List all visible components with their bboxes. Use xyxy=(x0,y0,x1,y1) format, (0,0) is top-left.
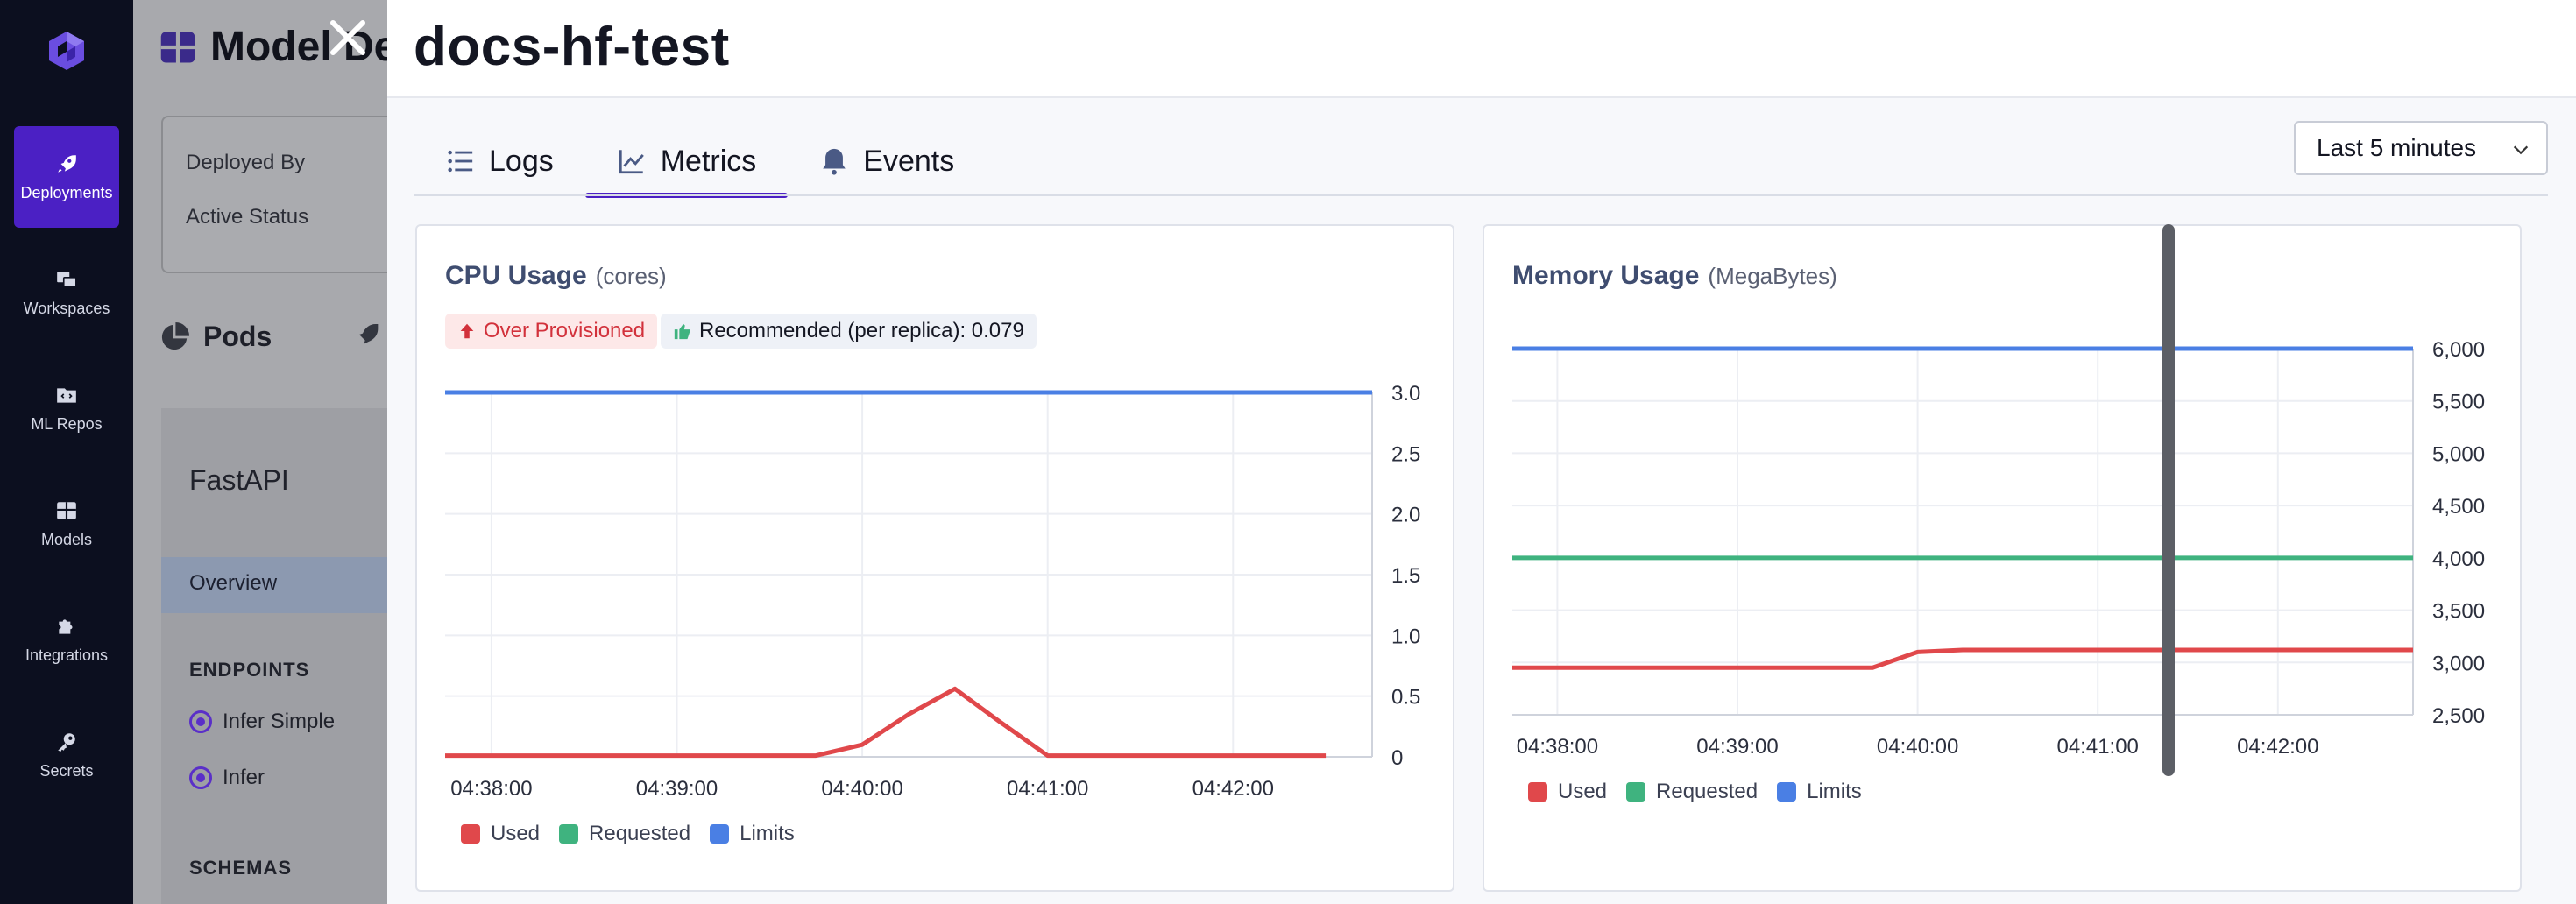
memory-legend: Used Requested Limits xyxy=(1528,780,1881,804)
tab-events[interactable]: Events xyxy=(788,128,986,194)
y-tick-label: 2.0 xyxy=(1391,504,1420,527)
cpu-usage-card: CPU Usage (cores) Over Provisioned Recomm… xyxy=(415,224,1454,892)
endpoint-icon xyxy=(189,766,212,789)
x-tick-label: 04:39:00 xyxy=(636,777,718,801)
nav-item-label: Deployments xyxy=(20,183,113,201)
drawer-header: docs-hf-test xyxy=(387,0,2576,98)
overview-tab[interactable]: Overview xyxy=(161,557,387,613)
bell-icon xyxy=(823,148,846,175)
cpu-legend: Used Requested Limits xyxy=(461,822,814,846)
grid-icon xyxy=(57,501,76,519)
endpoint-icon xyxy=(189,710,212,733)
rocket-icon xyxy=(58,154,76,173)
nav-item-workspaces[interactable]: Workspaces xyxy=(14,242,119,343)
memory-usage-card: Memory Usage (MegaBytes) 2,500 3,000 3,500 4… xyxy=(1483,224,2522,892)
legend-item-used[interactable]: Used xyxy=(461,822,540,846)
y-tick-label: 6,000 xyxy=(2432,338,2485,362)
nav-item-deployments[interactable]: Deployments xyxy=(14,126,119,228)
list-icon xyxy=(448,150,473,173)
y-tick-label: 1.5 xyxy=(1391,564,1420,588)
endpoint-item[interactable]: Infer Simple xyxy=(189,710,335,734)
workspaces-icon xyxy=(57,271,77,287)
puzzle-icon xyxy=(59,618,73,634)
legend-item-used[interactable]: Used xyxy=(1528,780,1607,804)
x-tick-label: 04:42:00 xyxy=(1192,777,1274,801)
y-tick-label: 4,000 xyxy=(2432,547,2485,571)
tab-logs[interactable]: Logs xyxy=(414,128,585,194)
legend-swatch xyxy=(1626,782,1646,802)
legend-item-requested[interactable]: Requested xyxy=(559,822,690,846)
time-range-select[interactable]: Last 5 minutes xyxy=(2294,121,2548,175)
y-tick-label: 0.5 xyxy=(1391,686,1420,710)
chevron-down-icon xyxy=(2513,145,2529,155)
y-tick-label: 5,500 xyxy=(2432,391,2485,414)
nav-item-label: Models xyxy=(40,530,93,548)
y-tick-label: 1.0 xyxy=(1391,625,1420,648)
y-tick-label: 3,500 xyxy=(2432,600,2485,624)
pie-chart-icon xyxy=(161,321,189,350)
grid-icon xyxy=(160,32,195,62)
y-tick-label: 4,500 xyxy=(2432,495,2485,519)
tab-metrics[interactable]: Metrics xyxy=(584,128,789,198)
drawer-scrollbar[interactable] xyxy=(2162,224,2175,776)
nav-item-models[interactable]: Models xyxy=(14,473,119,575)
legend-swatch xyxy=(710,824,730,844)
x-tick-label: 04:41:00 xyxy=(2056,735,2138,759)
y-tick-label: 5,000 xyxy=(2432,442,2485,466)
nav-item-label: Integrations xyxy=(25,646,109,664)
legend-swatch xyxy=(1528,782,1547,802)
schemas-heading: SCHEMAS xyxy=(189,857,293,879)
x-tick-label: 04:38:00 xyxy=(1517,735,1598,759)
line-chart-icon xyxy=(619,150,644,174)
legend-item-limits[interactable]: Limits xyxy=(710,822,795,846)
y-tick-label: 3.0 xyxy=(1391,382,1420,406)
y-tick-label: 2.5 xyxy=(1391,442,1420,466)
legend-swatch xyxy=(1777,782,1797,802)
legend-swatch xyxy=(559,824,579,844)
rocket-icon xyxy=(359,324,379,344)
endpoint-item[interactable]: Infer xyxy=(189,766,265,790)
cpu-usage-chart: 0 0.5 1.0 1.5 2.0 2.5 3.0 04:38:00 04:39:00 04:40… xyxy=(445,382,1420,801)
service-panel: FastAPI Overview ENDPOINTS Infer Simple … xyxy=(161,408,387,904)
x-tick-label: 04:41:00 xyxy=(1007,777,1088,801)
x-tick-label: 04:38:00 xyxy=(450,777,532,801)
tabs-divider xyxy=(414,194,2548,196)
nav-item-label: Secrets xyxy=(39,761,94,780)
deployment-info-card: Deployed By Active Status xyxy=(161,116,387,273)
x-tick-label: 04:42:00 xyxy=(2237,735,2318,759)
deployed-by-label: Deployed By xyxy=(186,151,306,174)
nav-item-integrations[interactable]: Integrations xyxy=(14,589,119,690)
drawer-tabs: Logs Metrics Events xyxy=(414,128,986,198)
nav-item-secrets[interactable]: Secrets xyxy=(14,704,119,806)
y-tick-label: 3,000 xyxy=(2432,652,2485,675)
x-tick-label: 04:40:00 xyxy=(1877,735,1958,759)
app-logo[interactable] xyxy=(46,30,88,72)
nav-rail: Deployments Workspaces ML Repos Models I… xyxy=(0,0,133,904)
background-page: Model De Deployed By Active Status Pods … xyxy=(133,0,387,904)
legend-swatch xyxy=(461,824,480,844)
legend-item-limits[interactable]: Limits xyxy=(1777,780,1862,804)
nav-item-ml-repos[interactable]: ML Repos xyxy=(14,357,119,459)
key-icon xyxy=(58,732,75,752)
folder-icon xyxy=(57,387,76,403)
y-tick-label: 2,500 xyxy=(2432,704,2485,728)
metrics-drawer: docs-hf-test Logs Metrics Events Last 5 … xyxy=(387,0,2576,904)
endpoints-heading: ENDPOINTS xyxy=(189,659,310,681)
x-tick-label: 04:39:00 xyxy=(1696,735,1778,759)
active-status-label: Active Status xyxy=(186,205,309,229)
legend-item-requested[interactable]: Requested xyxy=(1626,780,1758,804)
y-tick-label: 0 xyxy=(1391,746,1403,770)
nav-item-label: ML Repos xyxy=(31,414,103,433)
close-icon[interactable] xyxy=(326,16,370,60)
nav-item-label: Workspaces xyxy=(23,299,110,317)
drawer-title: docs-hf-test xyxy=(414,17,730,77)
x-tick-label: 04:40:00 xyxy=(821,777,902,801)
pods-tab[interactable]: Pods xyxy=(159,321,272,353)
series-line-used xyxy=(445,686,1327,759)
service-name: FastAPI xyxy=(189,464,289,496)
